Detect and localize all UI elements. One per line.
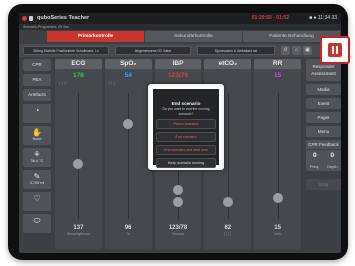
dialog-message: Do you want to end the running scenario? (162, 107, 210, 116)
lung-button[interactable]: ◔ (23, 104, 51, 123)
vital-target-label: ││││ (223, 232, 233, 236)
vital-target-value: 123/78 (168, 225, 188, 231)
fluids-label: 3,700 ml (29, 181, 45, 185)
cpr-frequency-value: 0 (312, 152, 317, 159)
menu-button[interactable]: Menu (306, 126, 341, 137)
cpr-depth-value: 0 (330, 152, 335, 159)
pills-icon: ⬭ (33, 216, 41, 225)
recording-time: 01:20:50 - 01:52 (251, 15, 289, 21)
pupils-button[interactable]: ✋ None (23, 126, 51, 145)
action-chip-oxygen[interactable]: Abgemessene O2 Gabe (115, 46, 191, 55)
trash-icon[interactable]: ⌂ (292, 46, 301, 55)
slider-handle[interactable] (222, 197, 233, 207)
tab-primary-control[interactable]: Primärkontrolle (47, 31, 145, 42)
pea-button[interactable]: PEA (23, 74, 51, 86)
lock-icon (29, 16, 33, 21)
slider-handle[interactable] (123, 119, 134, 129)
cpr-button[interactable]: CPR (23, 59, 51, 71)
status-bar: quboSeries Teacher 01:20:50 - 01:52 ■ ● … (19, 13, 341, 24)
slider-handle[interactable] (73, 159, 84, 169)
slider-track (78, 93, 80, 219)
temperature-button[interactable]: ⚘ 36.4 °C (23, 148, 51, 167)
pupils-label: None (32, 137, 42, 141)
hand-icon: ✋ (32, 128, 42, 137)
left-sidebar: CPR PEA Artefacts ◔ ✋ None ⚘ 36.4 °C ✎ 3… (23, 59, 51, 236)
vital-target-value: 15 (274, 225, 281, 231)
vital-column-spo2: SpO₂ 54 │││ 96 % (104, 59, 152, 249)
vital-value: 176 (72, 72, 84, 79)
temperature-label: 36.4 °C (30, 159, 44, 163)
vital-target-label: /min (274, 232, 281, 236)
stop-button[interactable]: Stop (306, 179, 341, 190)
pause-icon (328, 43, 342, 57)
cpr-feedback-panel: CPR Feedback 0 0 Freq. Depth (306, 140, 341, 171)
tab-bar: Primärkontrolle Sekundärkontrolle Patien… (47, 31, 341, 42)
fluids-button[interactable]: ✎ 3,700 ml (23, 170, 51, 189)
vital-header[interactable]: etCO₂ (204, 59, 252, 69)
cpr-frequency-label: Freq. (310, 164, 320, 169)
undo-icon[interactable]: ↺ (281, 46, 290, 55)
thermometer-icon: ⚘ (33, 150, 41, 159)
vital-value: 54 (124, 72, 132, 79)
vital-header[interactable]: IBP (154, 59, 202, 69)
record-indicator-icon (22, 16, 27, 21)
app-title: quboSeries Teacher (37, 15, 90, 21)
cpr-depth-label: Depth (326, 164, 338, 169)
slider-handle[interactable] (272, 193, 283, 203)
keep-running-option[interactable]: Keep scenario running (156, 158, 216, 168)
system-status: ■ ● 11:34 33 (309, 15, 337, 21)
vital-target-value: 137 (73, 225, 84, 231)
stethoscope-button[interactable]: ♡ (23, 192, 51, 211)
vital-target-value: 62 (224, 225, 232, 231)
vital-trend: │││ (108, 81, 116, 85)
end-scenario-dialog: End scenario Do you want to end the runn… (148, 84, 224, 170)
slider-handle-diastolic[interactable] (172, 197, 183, 207)
action-chip-positioning[interactable]: Sitting Sitzhilfe Positionierte Schulboa… (23, 46, 109, 55)
vital-header[interactable]: ECG (55, 59, 102, 69)
vital-column-rr: RR 15 15 /min (254, 59, 301, 249)
vital-value: 123/79 (168, 72, 188, 79)
action-chip-sport[interactable]: Sportnutzen & Selbstlaut sei (197, 46, 275, 55)
right-panel: Responder Assessment Media Event Pager M… (306, 59, 341, 190)
vital-header[interactable]: RR (254, 59, 301, 69)
vital-target-label: Normal (172, 232, 184, 236)
vital-value: 15 (273, 72, 282, 79)
pause-scenario-option[interactable]: Pause scenario (156, 119, 216, 129)
vital-trend: ││││ (59, 81, 69, 85)
event-button[interactable]: Event (306, 98, 341, 109)
cpr-feedback-title: CPR Feedback (306, 140, 341, 150)
infusion-icon: ✎ (33, 172, 41, 181)
vital-column-ecg: ECG 176 ││││ 137 Sinusrhythmus (55, 59, 102, 249)
artefacts-button[interactable]: Artefacts (23, 89, 51, 101)
scenario-subheader: Scenario-Programme, 05 Sec (19, 24, 341, 30)
tab-secondary-control[interactable]: Sekundärkontrolle (145, 31, 243, 42)
media-button[interactable]: Media (306, 84, 341, 95)
end-and-start-new-option[interactable]: End scenario and start new (156, 145, 216, 155)
end-scenario-option[interactable]: End scenario (156, 132, 216, 142)
vital-target-label: Sinusrhythmus (66, 232, 90, 236)
pills-button[interactable]: ⬭ (23, 214, 51, 233)
slider-track (128, 93, 130, 219)
lung-icon: ◔ (34, 106, 40, 115)
action-toolbar: Sitting Sitzhilfe Positionierte Schulboa… (19, 44, 341, 57)
slider-handle-systolic[interactable] (172, 185, 183, 195)
stethoscope-icon: ♡ (33, 194, 41, 203)
pause-scenario-button[interactable] (320, 36, 350, 64)
vital-header[interactable]: SpO₂ (104, 59, 152, 69)
vital-target-label: % (126, 232, 130, 236)
grid-icon[interactable]: ▣ (303, 46, 312, 55)
pager-button[interactable]: Pager (306, 112, 341, 123)
vital-target-value: 96 (124, 225, 132, 231)
